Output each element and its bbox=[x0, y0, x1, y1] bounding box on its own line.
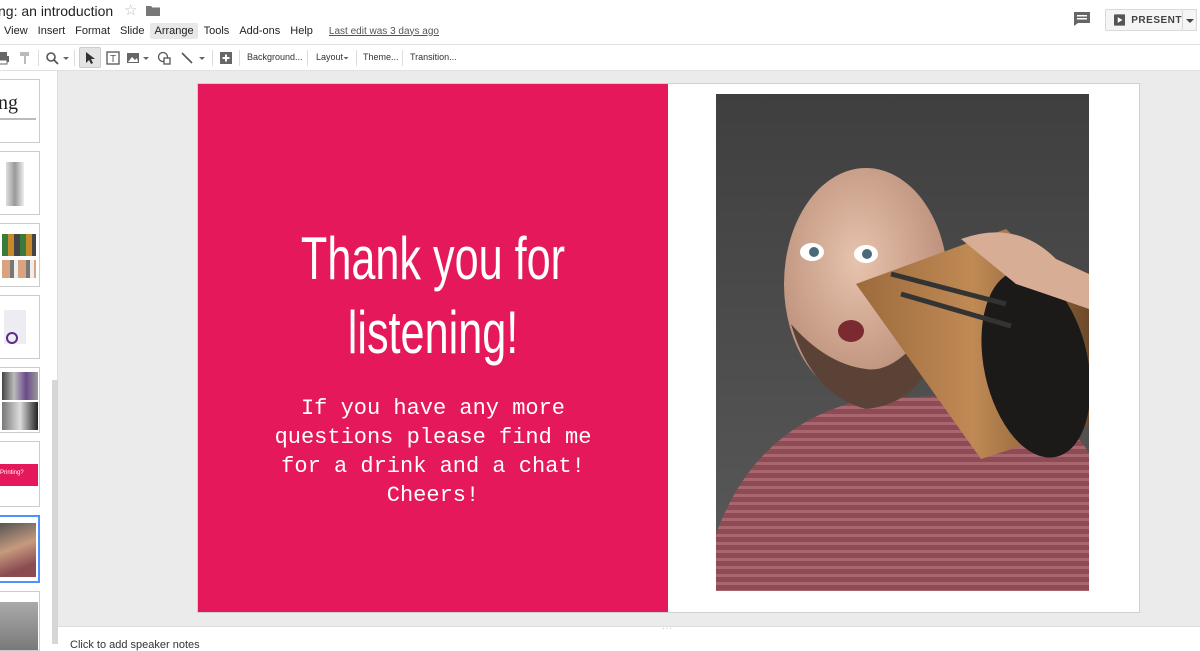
slide-thumbnail-2[interactable] bbox=[0, 151, 40, 215]
menu-bar: View Insert Format Slide Arrange Tools A… bbox=[0, 22, 439, 40]
last-edit-link[interactable]: Last edit was 3 days ago bbox=[329, 26, 439, 37]
slide[interactable]: Thank you for listening! If you have any… bbox=[198, 84, 1139, 612]
slide-heading[interactable]: Thank you for listening! bbox=[264, 222, 602, 370]
line-icon[interactable] bbox=[180, 51, 194, 65]
thumbnail-image bbox=[0, 523, 36, 577]
toolbar-separator bbox=[307, 50, 308, 66]
slide-body-text[interactable]: If you have any more questions please fi… bbox=[218, 394, 648, 510]
background-button[interactable]: Background... bbox=[247, 52, 303, 62]
menu-format[interactable]: Format bbox=[71, 23, 114, 39]
present-button[interactable]: PRESENT bbox=[1105, 9, 1183, 31]
thumbnail-image bbox=[2, 372, 38, 400]
thumbnail-image bbox=[2, 234, 36, 256]
thumbnail-title: ng bbox=[0, 92, 18, 114]
star-icon[interactable]: ☆ bbox=[124, 3, 140, 19]
transition-button[interactable]: Transition... bbox=[410, 52, 457, 62]
menu-help[interactable]: Help bbox=[286, 23, 317, 39]
slide-thumbnail-1[interactable]: ng bbox=[0, 79, 40, 143]
text-box-icon[interactable]: T bbox=[106, 51, 120, 65]
paint-format-icon[interactable] bbox=[18, 51, 32, 65]
select-tool-button[interactable] bbox=[79, 47, 101, 68]
slide-thumbnail-5[interactable] bbox=[0, 367, 40, 433]
cursor-icon bbox=[86, 52, 95, 64]
slide-filmstrip: ng Printing? bbox=[0, 71, 58, 651]
toolbar-separator bbox=[356, 50, 357, 66]
thumbnail-image bbox=[2, 260, 36, 278]
shape-icon[interactable] bbox=[157, 51, 171, 65]
thumbnail-image bbox=[2, 402, 38, 430]
menu-insert[interactable]: Insert bbox=[34, 23, 70, 39]
toolbar-separator bbox=[38, 50, 39, 66]
slide-thumbnail-3[interactable] bbox=[0, 223, 40, 287]
thumbnail-caption: Printing? bbox=[0, 470, 24, 476]
zoom-icon[interactable] bbox=[45, 51, 59, 65]
menu-arrange[interactable]: Arrange bbox=[150, 23, 198, 39]
title-bar: ng: an introduction ☆ bbox=[0, 0, 1200, 22]
zoom-dropdown-icon[interactable] bbox=[62, 51, 70, 65]
line-dropdown-icon[interactable] bbox=[198, 51, 206, 65]
notes-resize-handle[interactable]: ··· bbox=[662, 624, 673, 633]
print-icon[interactable] bbox=[0, 51, 10, 65]
thumbnail-image bbox=[6, 332, 18, 344]
toolbar-separator bbox=[212, 50, 213, 66]
document-title[interactable]: ng: an introduction bbox=[0, 3, 113, 19]
theme-button[interactable]: Theme... bbox=[363, 52, 399, 62]
layout-dropdown-icon[interactable] bbox=[343, 51, 349, 65]
image-dropdown-icon[interactable] bbox=[142, 51, 150, 65]
menu-tools[interactable]: Tools bbox=[200, 23, 234, 39]
add-comment-icon[interactable] bbox=[219, 51, 233, 65]
svg-text:T: T bbox=[110, 54, 116, 65]
speaker-notes-placeholder[interactable]: Click to add speaker notes bbox=[70, 639, 200, 651]
folder-icon[interactable] bbox=[146, 5, 160, 16]
present-label: PRESENT bbox=[1131, 14, 1182, 26]
slide-thumbnail-4[interactable] bbox=[0, 295, 40, 359]
menu-slide[interactable]: Slide bbox=[116, 23, 148, 39]
thumbnail-image bbox=[6, 162, 24, 206]
slide-thumbnail-7-selected[interactable] bbox=[0, 515, 40, 583]
slide-thumbnail-8[interactable] bbox=[0, 591, 40, 651]
toolbar-separator bbox=[74, 50, 75, 66]
slide-thumbnail-6[interactable]: Printing? bbox=[0, 441, 40, 507]
slide-heading-text: Thank you for listening! bbox=[300, 225, 566, 366]
menu-view[interactable]: View bbox=[0, 23, 32, 39]
comments-icon[interactable] bbox=[1073, 11, 1091, 27]
play-icon bbox=[1114, 14, 1126, 26]
speaker-photo[interactable] bbox=[716, 94, 1089, 591]
menu-add-ons[interactable]: Add-ons bbox=[235, 23, 284, 39]
thumbnail-text-line bbox=[0, 118, 36, 120]
toolbar-separator bbox=[239, 50, 240, 66]
speaker-notes[interactable]: ··· Click to add speaker notes bbox=[58, 624, 1200, 651]
toolbar-separator bbox=[402, 50, 403, 66]
image-icon[interactable] bbox=[126, 51, 140, 65]
layout-button[interactable]: Layout bbox=[316, 52, 343, 62]
toolbar: T Background... Layout Theme... Transiti… bbox=[0, 44, 1200, 71]
present-dropdown[interactable] bbox=[1183, 9, 1197, 31]
